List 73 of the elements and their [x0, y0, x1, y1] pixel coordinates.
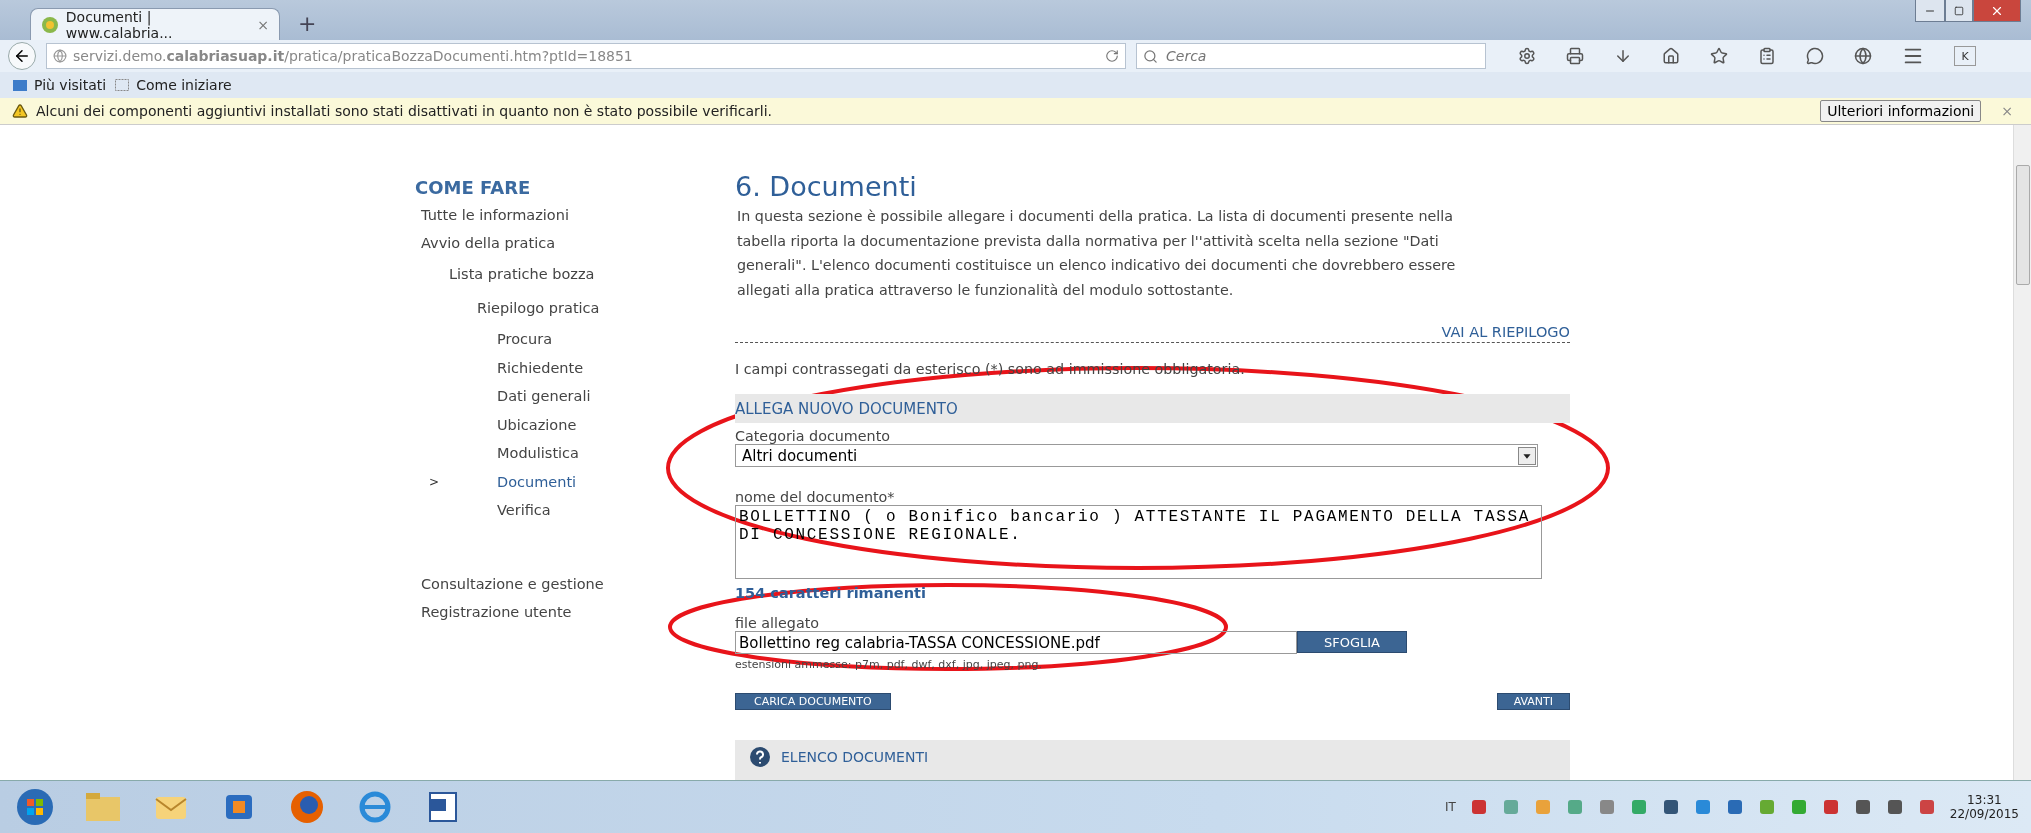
field-label: file allegato [735, 615, 820, 632]
page-title: 6. Documenti [735, 171, 918, 202]
section-heading: ALLEGA NUOVO DOCUMENTO [735, 394, 1570, 424]
section-title: ELENCO DOCUMENTI [781, 749, 929, 766]
home-icon[interactable] [1662, 47, 1680, 65]
category-select[interactable]: Altri documenti [735, 444, 1538, 468]
sidebar-item[interactable]: Modulistica [415, 439, 735, 468]
sidebar-item[interactable]: Verifica [415, 496, 735, 525]
help-icon [749, 746, 771, 769]
sidebar-item[interactable]: Consultazione e gestione [415, 569, 735, 598]
clock[interactable]: 13:31 22/09/2015 [1949, 793, 2019, 821]
tray-icon[interactable] [1917, 798, 1936, 816]
tray-icon[interactable] [1661, 798, 1680, 816]
notification-message: Alcuni dei componenti aggiuntivi installati sono stati disattivati in quanto non è stato possibile verificarli. [36, 103, 772, 119]
caret-icon [1518, 446, 1536, 465]
sidebar-item[interactable]: Lista pratiche bozza [415, 257, 735, 291]
form-button[interactable]: AVANTI [1496, 693, 1570, 711]
gear-icon[interactable] [1518, 47, 1536, 65]
notification-close-button[interactable]: × [2001, 103, 2013, 119]
reload-icon[interactable] [1105, 49, 1119, 63]
sidebar-item[interactable]: > Documenti [415, 467, 735, 496]
bookmark[interactable]: Più visitati [12, 77, 107, 93]
field-label: Categoria documento [735, 428, 891, 445]
search-icon [1143, 48, 1158, 64]
tab-close-button[interactable]: × [257, 16, 269, 33]
selection-marker: > [429, 474, 440, 489]
file-field[interactable]: Bollettino reg calabria-TASSA CONCESSIONE.pdf [735, 631, 1297, 655]
sidebar-item[interactable]: Procura [415, 325, 735, 354]
field-label: nome del documento* [735, 489, 896, 506]
site-icon [41, 15, 58, 34]
tray-icon[interactable] [1853, 798, 1872, 816]
download-icon[interactable] [1614, 47, 1632, 65]
globe-icon [53, 49, 67, 63]
search-field[interactable]: Cerca [1136, 43, 1486, 69]
printer-icon[interactable] [1566, 47, 1584, 65]
summary-link[interactable]: VAI AL RIEPILOGO [1441, 324, 1570, 341]
clipboard-icon[interactable] [1758, 47, 1776, 65]
star-icon[interactable] [1710, 47, 1728, 65]
chat-icon[interactable] [1806, 47, 1824, 65]
extension-button[interactable]: K [1954, 46, 1976, 66]
bookmark[interactable]: Come iniziare [114, 77, 232, 93]
sidebar-item[interactable]: Riepilogo pratica [415, 291, 735, 325]
browse-button[interactable]: SFOGLIA [1297, 631, 1407, 654]
minimize-button[interactable] [1915, 0, 1945, 22]
sidebar-item[interactable]: Avvio della pratica [415, 229, 735, 257]
new-tab-button[interactable]: + [298, 11, 317, 36]
sidebar-item[interactable]: Dati generali [415, 382, 735, 411]
folder-icon [12, 78, 28, 92]
sidebar-item[interactable]: Tutte le informazioni [415, 201, 735, 229]
tray-icon[interactable] [1693, 798, 1712, 816]
scrollbar[interactable] [2013, 125, 2031, 780]
tray-icon[interactable] [1821, 798, 1840, 816]
sidebar-title: COME FARE [415, 177, 532, 198]
sidebar-item[interactable]: Registrazione utente [415, 597, 735, 626]
intro-text: In questa sezione è possibile allegare i documenti della pratica. La lista di documenti presente nella tabella riporta la documentazione prevista dalla normativa per l''attività scelta nella sezione "Dati generali". L'elenco documenti costituisce un elenco indicativo dei documenti che dovrebbero essere allegati alla pratica attraverso le funzionalità del modulo sottostante. [737, 207, 1457, 300]
tray-icon[interactable] [1469, 798, 1488, 816]
language-indicator[interactable]: IT [1444, 800, 1456, 814]
more-info-button[interactable]: Ulteriori informazioni [1820, 100, 1982, 122]
form-button[interactable]: CARICA DOCUMENTO [735, 693, 891, 711]
tray-icon[interactable] [1597, 798, 1616, 816]
maximize-icon [1954, 5, 1964, 16]
maximize-button[interactable] [1945, 0, 1973, 22]
sidebar-item[interactable]: Ubicazione [415, 410, 735, 439]
page-icon [114, 78, 131, 92]
sidebar-item[interactable]: Richiedente [415, 353, 735, 382]
back-button[interactable] [8, 42, 36, 70]
globe-icon[interactable] [1854, 47, 1872, 65]
address-bar[interactable]: servizi.demo.calabriasuap.it/pratica/praticaBozzaDocumenti.htm?ptId=18851 [46, 43, 1126, 69]
tray-icon[interactable] [1885, 798, 1904, 816]
warning-icon [12, 103, 28, 119]
browser-tab[interactable]: Documenti | www.calabria... × [30, 8, 280, 40]
tab-title: Documenti | www.calabria... [65, 8, 174, 41]
tray-icon[interactable] [1725, 798, 1744, 816]
